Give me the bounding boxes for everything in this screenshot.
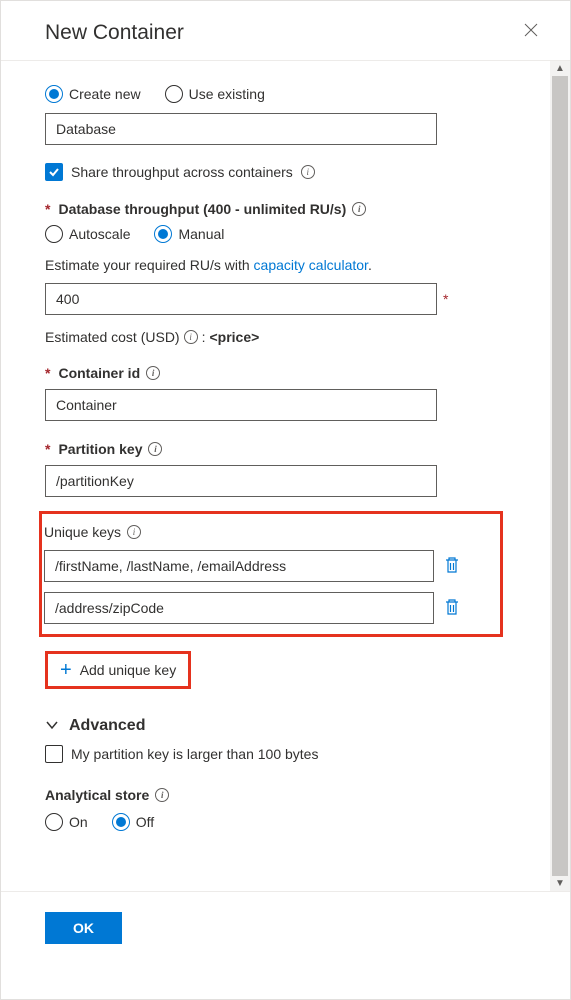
throughput-autoscale[interactable]: Autoscale (45, 225, 130, 243)
db-mode-use-existing-label: Use existing (189, 86, 265, 102)
unique-keys-section: Unique keys i (39, 511, 503, 637)
checkmark-icon (48, 166, 60, 178)
plus-icon: + (60, 660, 72, 680)
panel-content: Create new Use existing Share throughput… (1, 61, 550, 891)
analytical-store-label: Analytical store (45, 787, 149, 803)
required-asterisk: * (45, 365, 50, 381)
delete-unique-key-button-1[interactable] (444, 598, 460, 619)
info-icon[interactable]: i (184, 330, 198, 344)
add-unique-key-label: Add unique key (80, 662, 177, 678)
analytical-store-off-label: Off (136, 814, 154, 830)
radio-unchecked-icon (45, 813, 63, 831)
radio-unchecked-icon (45, 225, 63, 243)
panel-title: New Container (45, 21, 184, 45)
info-icon[interactable]: i (127, 525, 141, 539)
db-mode-create-new[interactable]: Create new (45, 85, 141, 103)
unique-key-input-1[interactable] (44, 592, 434, 624)
info-icon[interactable]: i (148, 442, 162, 456)
analytical-store-off[interactable]: Off (112, 813, 154, 831)
unique-key-input-0[interactable] (44, 550, 434, 582)
throughput-label: Database throughput (400 - unlimited RU/… (58, 201, 346, 217)
info-icon[interactable]: i (146, 366, 160, 380)
db-mode-create-new-label: Create new (69, 86, 141, 102)
partition-key-label: Partition key (58, 441, 142, 457)
scroll-up-arrow-icon[interactable]: ▲ (555, 61, 565, 76)
capacity-calculator-link[interactable]: capacity calculator (254, 257, 368, 273)
radio-checked-icon (154, 225, 172, 243)
scrollbar[interactable]: ▲ ▼ (550, 61, 570, 891)
share-throughput-checkbox[interactable] (45, 163, 63, 181)
close-icon (524, 23, 538, 37)
container-id-label: Container id (58, 365, 140, 381)
container-id-input[interactable] (45, 389, 437, 421)
info-icon[interactable]: i (301, 165, 315, 179)
throughput-autoscale-label: Autoscale (69, 226, 130, 242)
info-icon[interactable]: i (352, 202, 366, 216)
db-mode-use-existing[interactable]: Use existing (165, 85, 265, 103)
share-throughput-label: Share throughput across containers (71, 164, 293, 180)
trash-icon (444, 598, 460, 616)
add-unique-key-button[interactable]: + Add unique key (45, 651, 191, 689)
pk-large-checkbox[interactable] (45, 745, 63, 763)
chevron-down-icon (45, 719, 59, 733)
partition-key-input[interactable] (45, 465, 437, 497)
advanced-title: Advanced (69, 717, 145, 735)
delete-unique-key-button-0[interactable] (444, 556, 460, 577)
throughput-manual-label: Manual (178, 226, 224, 242)
throughput-input[interactable] (45, 283, 437, 315)
unique-keys-label: Unique keys (44, 524, 121, 540)
scroll-down-arrow-icon[interactable]: ▼ (555, 876, 565, 891)
analytical-store-on-label: On (69, 814, 88, 830)
database-name-input[interactable] (45, 113, 437, 145)
required-asterisk: * (45, 201, 50, 217)
pk-large-label: My partition key is larger than 100 byte… (71, 746, 318, 762)
scroll-thumb[interactable] (552, 76, 568, 876)
throughput-manual[interactable]: Manual (154, 225, 224, 243)
radio-checked-icon (112, 813, 130, 831)
estimated-cost-value: <price> (209, 329, 259, 345)
ok-button[interactable]: OK (45, 912, 122, 944)
trash-icon (444, 556, 460, 574)
required-asterisk: * (45, 441, 50, 457)
advanced-toggle[interactable]: Advanced (45, 717, 546, 735)
throughput-hint: Estimate your required RU/s with capacit… (45, 257, 546, 273)
estimated-cost-label: Estimated cost (USD) (45, 329, 180, 345)
colon: : (202, 329, 206, 345)
analytical-store-on[interactable]: On (45, 813, 88, 831)
radio-unchecked-icon (165, 85, 183, 103)
close-button[interactable] (516, 19, 546, 46)
radio-checked-icon (45, 85, 63, 103)
required-asterisk: * (443, 291, 448, 307)
info-icon[interactable]: i (155, 788, 169, 802)
